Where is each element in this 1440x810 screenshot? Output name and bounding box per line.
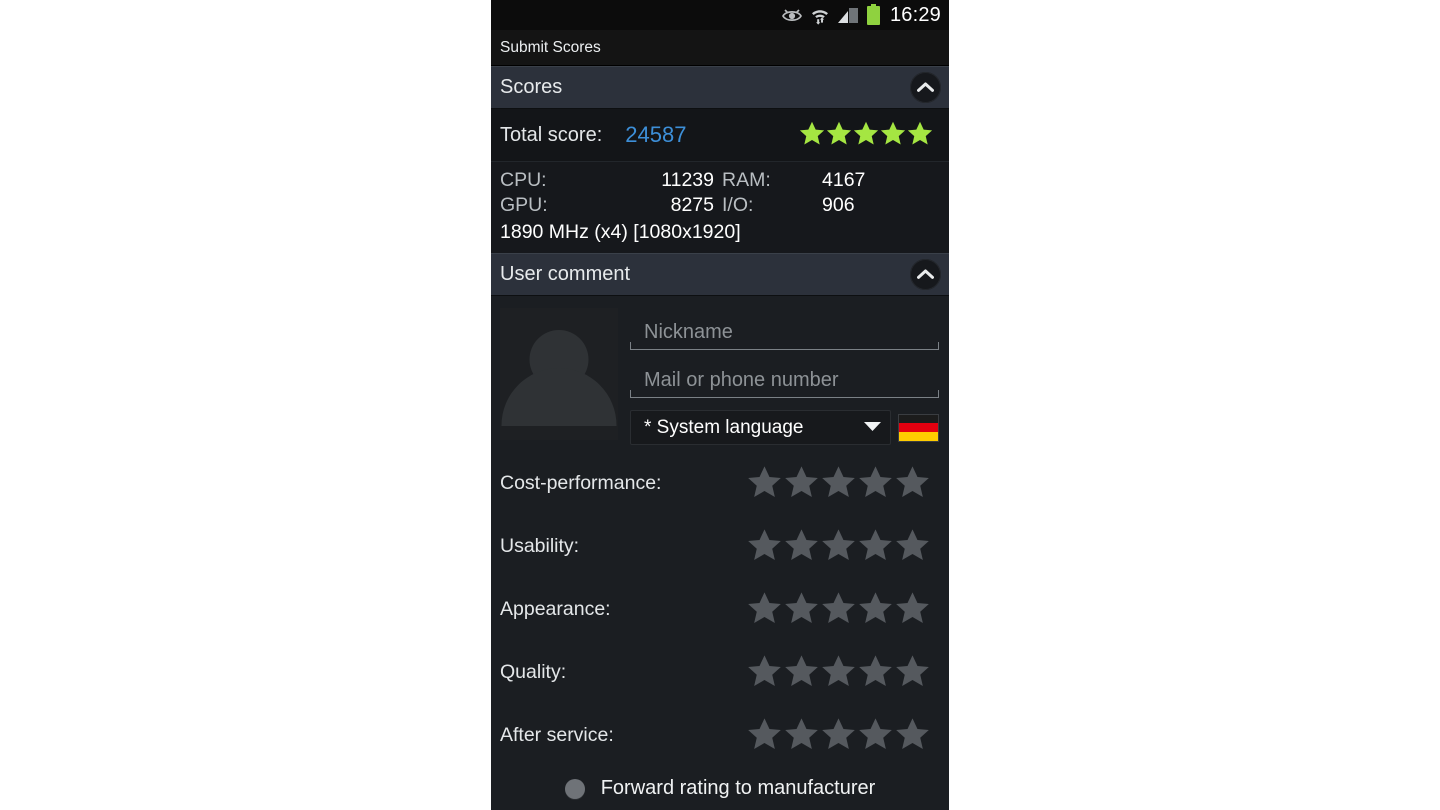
battery-icon [866,4,881,26]
star-icon [826,120,852,151]
star-icon[interactable] [821,527,856,567]
star-icon[interactable] [784,464,819,504]
contact-placeholder: Mail or phone number [644,368,839,391]
identity-row: Nickname Mail or phone number * System l… [491,296,949,452]
metric-value-io: 906 [822,194,855,216]
language-select-value: * System language [644,416,804,438]
star-icon [880,120,906,151]
cellular-signal-icon [837,7,859,24]
phone-screen: 16:29 Submit Scores Scores Total score: … [491,0,949,810]
star-icon[interactable] [821,653,856,693]
star-icon[interactable] [821,464,856,504]
star-icon[interactable] [895,464,930,504]
hardware-info-line: 1890 MHz (x4) [1080x1920] [500,221,741,243]
star-icon[interactable] [895,527,930,567]
german-flag-icon [898,413,939,442]
rating-row: Usability: [491,515,949,578]
screenshot-canvas: 16:29 Submit Scores Scores Total score: … [0,0,1440,810]
star-icon[interactable] [895,716,930,756]
rating-stars[interactable] [747,464,930,504]
status-bar: 16:29 [491,0,949,30]
star-icon[interactable] [747,716,782,756]
star-icon[interactable] [858,527,893,567]
star-icon[interactable] [821,590,856,630]
identity-fields: Nickname Mail or phone number * System l… [630,308,939,445]
chevron-down-icon [863,419,882,437]
star-icon[interactable] [821,716,856,756]
star-icon[interactable] [895,590,930,630]
person-placeholder-icon[interactable] [500,308,618,440]
metric-label-gpu: GPU: [500,194,548,216]
forward-rating-label: Forward rating to manufacturer [600,777,876,799]
chevron-up-icon-user-comment[interactable] [910,259,941,290]
status-bar-clock: 16:29 [889,4,941,26]
rating-row: After service: [491,704,949,767]
star-icon[interactable] [747,653,782,693]
star-icon[interactable] [747,527,782,567]
metric-label-ram: RAM: [722,169,771,191]
language-select[interactable]: * System language [630,410,891,445]
rating-row: Quality: [491,641,949,704]
nickname-input[interactable]: Nickname [630,308,939,356]
star-icon[interactable] [858,716,893,756]
star-icon[interactable] [784,590,819,630]
ratings-list: Cost-performance: Usability: Appearance: Qu… [491,452,949,771]
language-row: * System language [630,410,939,445]
section-header-scores[interactable]: Scores [491,66,949,109]
metrics-block: CPU: 11239 RAM: 4167 GPU: 8275 I/O: 906 … [491,162,949,253]
section-title-user-comment: User comment [500,263,631,285]
section-header-user-comment[interactable]: User comment [491,253,949,296]
rating-stars[interactable] [747,653,930,693]
star-icon[interactable] [858,464,893,504]
rating-label: Appearance: [500,598,611,620]
metric-value-cpu: 11239 [661,169,714,191]
wifi-icon [810,6,830,25]
forward-rating-row[interactable]: Forward rating to manufacturer [491,771,949,800]
star-icon[interactable] [784,527,819,567]
metric-label-io: I/O: [722,194,754,216]
total-score-value: 24587 [625,122,687,147]
rating-stars[interactable] [747,716,930,756]
user-comment-body: Nickname Mail or phone number * System l… [491,296,949,800]
metric-value-ram: 4167 [822,169,866,191]
star-icon[interactable] [784,653,819,693]
rating-stars[interactable] [747,590,930,630]
scores-body: Total score: 24587 CPU: 11239 RAM: 4167 … [491,109,949,253]
metric-label-cpu: CPU: [500,169,547,191]
page-title: Submit Scores [500,38,601,56]
chevron-up-icon-scores[interactable] [910,72,941,103]
star-icon[interactable] [784,716,819,756]
metrics-grid: CPU: 11239 RAM: 4167 GPU: 8275 I/O: 906 [500,169,949,217]
action-bar: Submit Scores [491,30,949,66]
eye-care-icon [781,7,803,23]
total-score-row: Total score: 24587 [491,109,949,162]
star-icon [853,120,879,151]
star-icon[interactable] [858,653,893,693]
forward-rating-checkbox[interactable] [564,778,585,799]
rating-row: Cost-performance: [491,452,949,515]
metric-value-gpu: 8275 [670,194,714,216]
flag-band-2 [899,431,938,441]
avatar-body [501,368,617,426]
rating-label: After service: [500,724,614,746]
star-icon[interactable] [858,590,893,630]
rating-row: Appearance: [491,578,949,641]
total-score-label: Total score: [500,123,603,146]
rating-label: Cost-performance: [500,472,662,494]
contact-input[interactable]: Mail or phone number [630,356,939,404]
star-icon[interactable] [895,653,930,693]
section-title-scores: Scores [500,76,563,98]
star-icon[interactable] [747,590,782,630]
rating-label: Usability: [500,535,580,557]
total-score-stars [799,120,933,151]
flag-band-1 [899,423,938,432]
star-icon [799,120,825,151]
star-icon [907,120,933,151]
nickname-placeholder: Nickname [644,320,733,343]
star-icon[interactable] [747,464,782,504]
rating-label: Quality: [500,661,567,683]
rating-stars[interactable] [747,527,930,567]
flag-band-0 [899,414,938,424]
